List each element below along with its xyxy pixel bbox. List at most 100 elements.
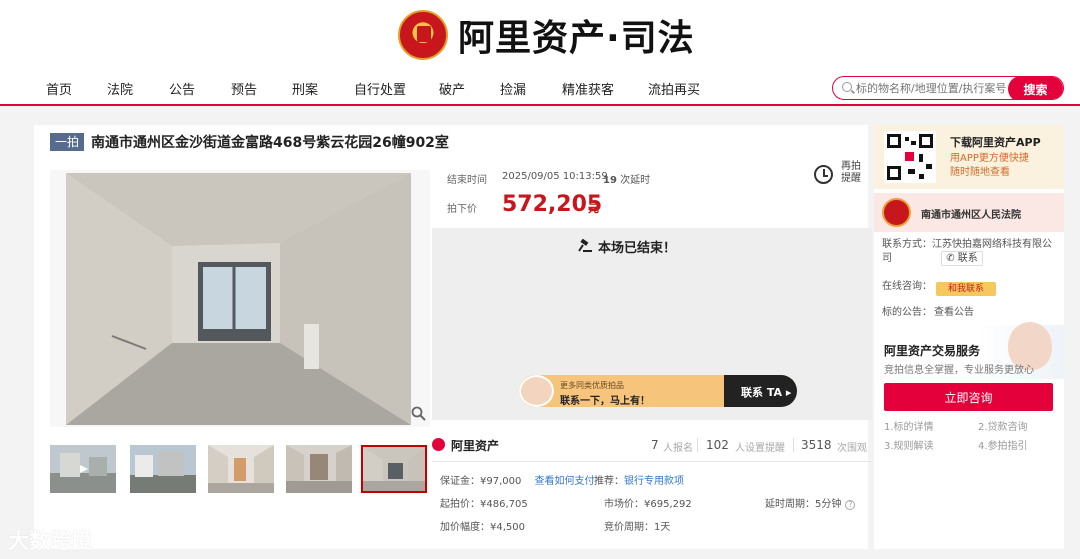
deposit-label: 保证金： [440,476,480,487]
nav-item-court[interactable]: 法院 [107,79,133,98]
site-header: 阿里资产·司法 首页 法院 公告 预告 刑案 自行处置 破产 捡漏 精准获客 流… [0,0,1080,106]
view-count-label: 次围观 [837,443,867,454]
how-to-pay-link[interactable]: 查看如何支付 [535,476,595,487]
app-download-box[interactable]: 下载阿里资产APP 用APP更方便快捷 随时随地查看 [874,125,1064,189]
thumbnail-video[interactable] [50,445,116,493]
trading-service-banner: 阿里资产交易服务 竞拍信息全掌握，专业服务更放心 [874,322,1064,379]
bid-cycle-label: 竞价周期： [604,522,654,533]
ali-asset-logo-icon [432,438,445,451]
start-price-label: 起拍价： [440,499,480,510]
site-logo[interactable]: 阿里资产·司法 [398,8,695,62]
watermark-text: 大数跨境 [8,529,92,553]
auction-info-panel: 结束时间 2025/09/05 10:13:59 19 次延时 拍下价 572,… [432,158,872,548]
delay-label: 次延时 [620,175,651,186]
price-label: 拍下价 [447,204,477,215]
recommend-label: 推荐： [594,476,624,487]
service-subtitle: 竞拍信息全掌握，专业服务更放心 [884,365,1034,376]
start-price-value: ¥486,705 [480,499,528,510]
court-name: 南通市通州区人民法院 [921,210,1021,221]
delay-cycle-value: 5分钟 [815,499,842,510]
stats-separator [793,438,794,452]
tip-item-guide[interactable]: 4.参拍指引 [978,437,1028,452]
recommend-info: 推荐：银行专用款项 [594,472,684,487]
zoom-icon[interactable] [411,406,426,421]
nav-item-preview[interactable]: 预告 [231,79,257,98]
app-download-title: 下载阿里资产APP [950,136,1041,149]
nav-divider [0,104,1080,106]
thumbnail-room-3-selected[interactable] [361,445,427,493]
reminder-count: 102 [706,438,729,452]
thumbnail-exterior[interactable] [130,445,196,493]
contact-ta-button[interactable]: 联系 TA ▸ [741,384,791,400]
bank-payment-link[interactable]: 银行专用款项 [624,476,684,487]
app-subtitle-line-2: 随时随地查看 [950,167,1010,178]
market-price-info: 市场价：¥695,292 [604,495,692,510]
tip-item-details[interactable]: 1.标的详情 [884,418,934,433]
listing-title: 南通市通州区金沙街道金富路468号紫云花园26幢902室 [91,135,449,151]
nav-item-bargain[interactable]: 捡漏 [500,79,526,98]
app-subtitle-line-1: 用APP更方便快捷 [950,153,1029,164]
side-panel: 下载阿里资产APP 用APP更方便快捷 随时随地查看 南通市通州区人民法院 联系… [874,125,1064,549]
nav-item-precise[interactable]: 精准获客 [562,79,614,98]
qr-code-icon [884,131,936,183]
phone-icon: ✆ [946,253,955,264]
app-download-subtitle: 用APP更方便快捷 随时随地查看 [950,152,1029,180]
signup-label: 人报名 [663,443,693,454]
deposit-info: 保证金：¥97,000 查看如何支付 [440,472,595,487]
consult-now-button[interactable]: 立即咨询 [884,383,1053,411]
auction-round-badge: 一拍 [50,133,84,151]
nav-item-notice[interactable]: 公告 [169,79,195,98]
main-photo-panel [50,170,430,427]
contact-button[interactable]: ✆ 联系 [941,251,983,266]
market-price-value: ¥695,292 [644,499,692,510]
bid-cycle-info: 竞价周期：1天 [604,518,670,533]
service-title: 阿里资产交易服务 [884,344,981,358]
contact-button-label: 联系 [957,253,978,264]
search-button[interactable]: 搜索 [1008,77,1063,99]
view-notice-link[interactable]: 查看公告 [934,306,974,320]
nav-item-self-disposal[interactable]: 自行处置 [354,79,406,98]
tip-item-rules[interactable]: 3.规则解读 [884,437,934,452]
court-emblem-icon [398,10,448,60]
promo-small-text: 更多同类优质拍品 [560,381,624,390]
gavel-icon [578,239,592,252]
auction-ended-message: 本场已结束！ [598,241,677,256]
delay-count: 19 [603,175,617,186]
end-time: 2025/09/05 10:13:59 [502,171,608,182]
room-photo[interactable] [66,173,411,425]
nav-item-home[interactable]: 首页 [46,79,72,98]
delay-info: 19 次延时 [603,171,650,186]
court-emblem-icon [882,198,911,227]
logo-text: 阿里资产·司法 [458,18,695,59]
chat-with-me-button[interactable]: 和我联系 [936,282,996,296]
search-input[interactable] [856,77,1012,99]
re-auction-reminder-button[interactable]: 再拍提醒 [812,160,866,190]
help-icon[interactable]: ? [845,500,856,510]
promo-main-text: 联系一下，马上有！ [560,396,650,407]
search-icon [842,82,852,92]
thumbnail-strip [50,445,430,495]
contact-promo-banner[interactable]: 更多同类优质拍品 联系一下，马上有！ 联系 TA ▸ [519,375,797,407]
stats-separator [697,438,698,452]
deposit-value: ¥97,000 [480,476,522,487]
thumbnail-room-1[interactable] [208,445,274,493]
notice-label: 标的公告： [882,307,932,318]
nav-item-bankruptcy[interactable]: 破产 [439,79,465,98]
end-time-label: 结束时间 [447,175,487,186]
auction-stats: 阿里资产 7 人报名 102 人设置提醒 3518 次围观 [432,428,872,462]
clock-icon [814,165,833,184]
nav-item-criminal[interactable]: 刑案 [292,79,318,98]
contact-label: 联系方式： [882,239,932,250]
delay-cycle-info: 延时周期：5分钟? [765,495,856,510]
thumbnail-room-2[interactable] [286,445,352,493]
tip-item-loan[interactable]: 2.贷款咨询 [978,418,1028,433]
increment-info: 加价幅度：¥4,500 [440,518,525,533]
bid-cycle-value: 1天 [654,522,671,533]
online-consult-label: 在线咨询： [882,281,932,292]
court-info-box[interactable]: 南通市通州区人民法院 [874,193,1064,232]
nav-item-relist[interactable]: 流拍再买 [648,79,700,98]
price-unit: 元 [588,202,599,215]
search-box: 搜索 [832,76,1064,100]
increment-label: 加价幅度： [440,522,490,533]
brand-name: 阿里资产 [451,439,500,453]
